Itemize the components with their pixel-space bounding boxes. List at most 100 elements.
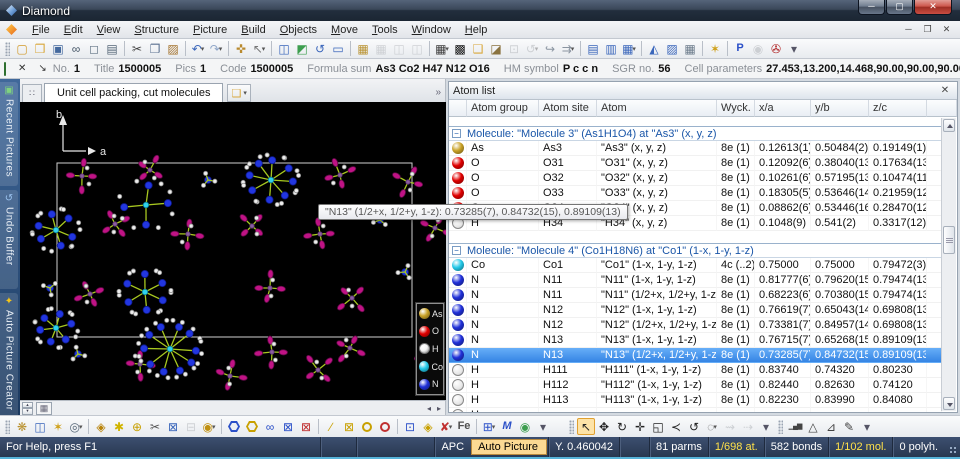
mdi-minimize-button[interactable]: ─: [901, 23, 916, 36]
redo-button[interactable]: ↷▾: [207, 40, 225, 57]
spin-mode-button[interactable]: ◌▾: [703, 418, 721, 435]
edit-picture-button[interactable]: ◫: [31, 418, 49, 435]
copy-button[interactable]: ❐: [146, 40, 164, 57]
new-document-button[interactable]: ▢: [13, 40, 31, 57]
new-picture-button[interactable]: ❑ ▾: [227, 84, 250, 102]
minimize-button[interactable]: ─: [858, 0, 885, 15]
scrollbar-down-button[interactable]: [943, 397, 955, 410]
column-header-atom-site[interactable]: Atom site: [539, 100, 597, 117]
menu-item-objects[interactable]: Objects: [273, 22, 324, 38]
break-bonds-button[interactable]: ✂: [146, 418, 164, 435]
picture-creation-assistant-button[interactable]: ✶: [706, 40, 724, 57]
measure-properties-button[interactable]: ✎: [840, 418, 858, 435]
find-in-tables-button[interactable]: ∞: [67, 40, 85, 57]
column-header-blank[interactable]: [449, 100, 467, 117]
print-button[interactable]: ▤: [103, 40, 121, 57]
menu-item-help[interactable]: Help: [458, 22, 495, 38]
sidebar-tab-auto-picture-creator[interactable]: ✦Auto Picture Creator: [0, 293, 18, 419]
menu-item-picture[interactable]: Picture: [186, 22, 234, 38]
move-mode-button[interactable]: ✥: [595, 418, 613, 435]
packing-box-button[interactable]: ⊡: [401, 418, 419, 435]
measure-angle-button[interactable]: △: [804, 418, 822, 435]
close-structure-button[interactable]: ✕: [12, 63, 32, 74]
column-header-atom-group[interactable]: Atom group: [467, 100, 539, 117]
chart-distances-button[interactable]: ◭: [645, 40, 663, 57]
toolbar-overflow-button[interactable]: ▾: [534, 418, 552, 435]
table-structures-button[interactable]: ▦: [354, 40, 372, 57]
sidebar-tab-recent-pictures[interactable]: ▣Recent Pictures: [0, 82, 18, 186]
powder-diffraction-button[interactable]: P: [731, 40, 749, 57]
goto-structure-button[interactable]: ↘: [32, 63, 52, 74]
render-view-button[interactable]: ▩: [451, 40, 469, 57]
grow-ring-red-button[interactable]: [376, 418, 394, 435]
rotate-xy-mode-button[interactable]: ↺: [685, 418, 703, 435]
column-header-y-b[interactable]: y/b: [811, 100, 869, 117]
atom-row-co1-10[interactable]: CoCo1"Co1" (1-x, 1-y, 1-z)4c (..2)0.7500…: [449, 258, 942, 273]
polyhedra-view-button[interactable]: ◈: [419, 418, 437, 435]
send-picture-button[interactable]: ⇉▾: [559, 40, 577, 57]
tilt-mode-button[interactable]: ≺: [667, 418, 685, 435]
complete-fragments-button[interactable]: ⊠: [340, 418, 358, 435]
grid-toggle-button[interactable]: ▦: [36, 402, 52, 415]
connect-atoms-button[interactable]: ⊠: [164, 418, 182, 435]
atom-row-n11-12[interactable]: NN11"N11" (1/2+x, 1/2+y, 1-z)8e (1)0.682…: [449, 288, 942, 303]
measure-torsion-button[interactable]: ⊿: [822, 418, 840, 435]
picture-creator-settings-button[interactable]: ❋: [13, 418, 31, 435]
column-header-wyck[interactable]: Wyck.: [717, 100, 755, 117]
molecule-group-header[interactable]: −Molecule: "Molecule 3" (As1H1O4) at "As…: [449, 126, 942, 141]
auto-picture-wizard-button[interactable]: ✶: [49, 418, 67, 435]
column-header-atom[interactable]: Atom: [597, 100, 717, 117]
copy-picture-button[interactable]: ◪: [487, 40, 505, 57]
column-header-blank[interactable]: [927, 100, 957, 117]
pane-handle-button[interactable]: ∷: [22, 84, 42, 102]
structure-canvas[interactable]: ba AsOHCoN: [20, 102, 446, 400]
scrollbar-up-button[interactable]: [943, 119, 955, 132]
view-filter-button[interactable]: ◎▾: [67, 418, 85, 435]
open-document-button[interactable]: ❒: [31, 40, 49, 57]
spin-down-icon[interactable]: ▼: [22, 408, 33, 415]
fill-cell-range-button[interactable]: [243, 418, 261, 435]
undo-button[interactable]: ↶▾: [189, 40, 207, 57]
frame-spinner[interactable]: ▲▼: [22, 402, 33, 415]
select-mode-button[interactable]: ↖: [577, 418, 595, 435]
menu-item-build[interactable]: Build: [234, 22, 272, 38]
toolbar-overflow-button[interactable]: ▾: [858, 418, 876, 435]
rotate-z-mode-button[interactable]: ↻: [613, 418, 631, 435]
close-button[interactable]: ✕: [914, 0, 952, 15]
tab-scroll-right-button[interactable]: »: [435, 87, 441, 98]
atom-row-n11-11[interactable]: NN11"N11" (1-x, 1-y, 1-z)8e (1)0.81777(6…: [449, 273, 942, 288]
create-bond-button[interactable]: ∕: [322, 418, 340, 435]
atom-row-h111-17[interactable]: HH111"H111" (1-x, 1-y, 1-z)8e (1)0.83740…: [449, 363, 942, 378]
chart-table-button[interactable]: ▦: [681, 40, 699, 57]
grow-ring-yellow-button[interactable]: [358, 418, 376, 435]
chart-powder-button[interactable]: ▨: [663, 40, 681, 57]
video-sequence-button[interactable]: ✇: [767, 40, 785, 57]
zoom-mode-button[interactable]: ◱: [649, 418, 667, 435]
fill-unit-cell-button[interactable]: [225, 418, 243, 435]
molecule-mode-button[interactable]: M: [498, 418, 516, 435]
add-atoms-button[interactable]: ✱: [110, 418, 128, 435]
picture-restore-button[interactable]: ↺: [311, 40, 329, 57]
new-picture-button[interactable]: ❑: [469, 40, 487, 57]
toolbar-grip[interactable]: [5, 42, 10, 56]
menu-item-tools[interactable]: Tools: [365, 22, 405, 38]
molecule-group-header[interactable]: −Molecule: "Molecule 4" (Co1H18N6) at "C…: [449, 243, 942, 258]
view-structure-list-button[interactable]: ▤: [584, 40, 602, 57]
toolbar-overflow-button[interactable]: ▾: [757, 418, 775, 435]
picture-snapshot-button[interactable]: ◉: [516, 418, 534, 435]
toolbar-grip[interactable]: [569, 420, 574, 434]
mdi-close-button[interactable]: ✕: [939, 23, 954, 36]
column-header-x-a[interactable]: x/a: [755, 100, 811, 117]
toolbar-grip[interactable]: [5, 420, 10, 434]
atom-row-partial-110[interactable]: H: [449, 408, 942, 412]
cut-button[interactable]: ✂: [128, 40, 146, 57]
atom-row-o31-01[interactable]: OO31"O31" (x, y, z)8e (1)0.12092(6)0.380…: [449, 156, 942, 171]
pan-mode-button[interactable]: ✜: [232, 40, 250, 57]
grow-network-red-button[interactable]: ⊠: [297, 418, 315, 435]
build-polyhedron-button[interactable]: ◈: [92, 418, 110, 435]
atom-row-o33-03[interactable]: OO33"O33" (x, y, z)8e (1)0.18305(5)0.536…: [449, 186, 942, 201]
iron-bond-button[interactable]: Fe: [455, 418, 473, 435]
view-table-grid-button[interactable]: ▦▾: [620, 40, 638, 57]
pointer-mode-button[interactable]: ↖▾: [250, 40, 268, 57]
grow-network-blue-button[interactable]: ⊠: [279, 418, 297, 435]
